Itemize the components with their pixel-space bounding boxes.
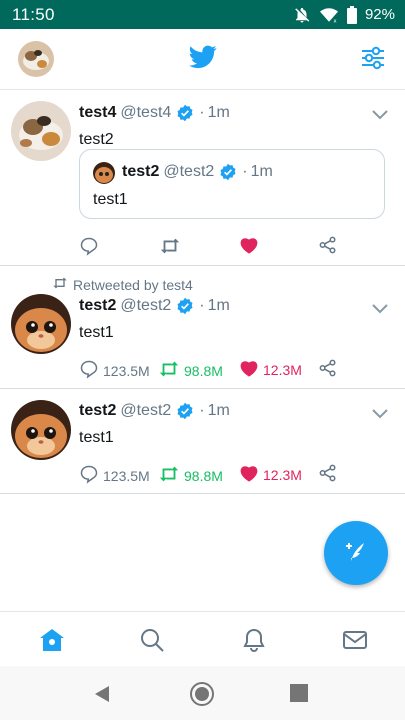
share-icon	[319, 464, 337, 485]
reply-count: 123.5M	[103, 362, 150, 379]
tweet-time: 1m	[207, 297, 230, 314]
search-icon[interactable]	[138, 626, 166, 654]
recents-icon[interactable]	[290, 684, 308, 707]
like-count: 12.3M	[263, 466, 302, 483]
status-time: 11:50	[12, 4, 55, 24]
retweeted-by-label: Retweeted by test4	[52, 276, 193, 293]
retweet-button[interactable]	[159, 236, 181, 259]
separator-dot: ·	[199, 104, 205, 121]
share-icon	[319, 236, 337, 257]
chevron-down-icon[interactable]	[371, 407, 389, 425]
like-button[interactable]	[239, 236, 259, 257]
twitter-bird-icon[interactable]	[189, 45, 217, 74]
like-button[interactable]: 12.3M	[239, 464, 302, 485]
back-icon[interactable]	[93, 684, 113, 709]
svg-text:x: x	[333, 18, 336, 24]
reply-button[interactable]	[79, 236, 99, 259]
top-app-bar	[0, 29, 405, 90]
tweet-time: 1m	[207, 104, 230, 121]
share-button[interactable]	[319, 464, 337, 485]
heart-filled-icon	[239, 359, 259, 380]
retweet-count: 98.8M	[184, 362, 223, 379]
retweet-icon	[158, 464, 180, 487]
verified-badge-icon	[176, 104, 194, 122]
reply-button[interactable]: 123.5M	[79, 359, 150, 382]
author-name[interactable]: test4	[79, 104, 116, 122]
chevron-down-icon[interactable]	[371, 108, 389, 126]
reply-icon	[79, 464, 99, 487]
battery-icon	[346, 5, 357, 24]
tweet-time: 1m	[207, 402, 230, 419]
like-count: 12.3M	[263, 361, 302, 378]
home-icon[interactable]	[38, 626, 66, 654]
quoted-avatar	[93, 162, 115, 184]
tweet-card[interactable]: Retweeted by test4 test2 @test2 · 1m tes…	[0, 266, 405, 389]
notifications-off-icon	[293, 6, 311, 24]
retweet-icon	[159, 236, 181, 259]
reply-button[interactable]: 123.5M	[79, 464, 150, 487]
quoted-tweet-text: test1	[93, 191, 128, 208]
share-button[interactable]	[319, 236, 337, 257]
quoted-author-handle: @test2	[163, 163, 215, 180]
reply-count: 123.5M	[103, 467, 150, 484]
separator-dot: ·	[242, 163, 248, 180]
tweet-actions	[79, 236, 379, 258]
tweet-card[interactable]: test2 @test2 · 1m test1 123.5M 98.8M 12.	[0, 389, 405, 494]
retweeted-by-text: Retweeted by test4	[73, 276, 193, 293]
retweet-count: 98.8M	[184, 467, 223, 484]
filter-sliders-icon[interactable]	[360, 45, 386, 76]
retweet-button[interactable]: 98.8M	[158, 359, 223, 382]
tweet-text: test2	[79, 131, 114, 148]
verified-badge-icon	[176, 297, 194, 315]
heart-filled-icon	[239, 464, 259, 485]
tweet-header: test2 @test2 · 1m	[79, 297, 230, 315]
reply-icon	[79, 359, 99, 382]
tweet-actions: 123.5M 98.8M 12.3M	[79, 359, 379, 381]
system-navigation-bar	[0, 666, 405, 720]
separator-dot: ·	[199, 297, 205, 314]
compose-tweet-icon	[342, 537, 370, 570]
tweet-actions: 123.5M 98.8M 12.3M	[79, 464, 379, 486]
tweet-card[interactable]: test4 @test4 · 1m test2 test2 @test2 · 1…	[0, 91, 405, 266]
profile-avatar[interactable]	[18, 41, 54, 77]
author-handle[interactable]: @test2	[120, 297, 171, 315]
verified-badge-icon	[176, 402, 194, 420]
tweet-text: test1	[79, 429, 114, 446]
quoted-tweet[interactable]: test2 @test2 · 1m test1	[79, 149, 385, 219]
author-handle[interactable]: @test4	[120, 104, 171, 122]
author-name[interactable]: test2	[79, 402, 116, 420]
notifications-bell-icon[interactable]	[240, 626, 268, 654]
status-icons: x 92%	[293, 5, 395, 24]
quoted-tweet-time: 1m	[250, 163, 273, 180]
reply-icon	[79, 236, 99, 259]
retweet-button[interactable]: 98.8M	[158, 464, 223, 487]
avatar[interactable]	[11, 101, 71, 161]
separator-dot: ·	[199, 402, 205, 419]
tweet-text: test1	[79, 324, 114, 341]
quoted-author-name: test2	[122, 163, 160, 180]
quoted-header: test2 @test2 · 1m	[122, 163, 273, 181]
heart-filled-icon	[239, 236, 259, 257]
avatar[interactable]	[11, 294, 71, 354]
avatar[interactable]	[11, 400, 71, 460]
retweet-icon	[158, 359, 180, 382]
tweet-header: test4 @test4 · 1m	[79, 104, 230, 122]
verified-badge-icon	[219, 163, 237, 181]
wifi-icon: x	[319, 6, 339, 24]
tweet-header: test2 @test2 · 1m	[79, 402, 230, 420]
author-handle[interactable]: @test2	[120, 402, 171, 420]
share-icon	[319, 359, 337, 380]
author-name[interactable]: test2	[79, 297, 116, 315]
battery-percent: 92%	[364, 6, 395, 23]
home-circle-icon[interactable]	[189, 681, 215, 712]
like-button[interactable]: 12.3M	[239, 359, 302, 380]
retweet-icon	[52, 276, 68, 293]
status-bar: 11:50 x 92%	[0, 0, 405, 29]
share-button[interactable]	[319, 359, 337, 380]
chevron-down-icon[interactable]	[371, 302, 389, 320]
bottom-navigation	[0, 611, 405, 666]
messages-mail-icon[interactable]	[341, 626, 369, 654]
compose-tweet-button[interactable]	[324, 521, 388, 585]
